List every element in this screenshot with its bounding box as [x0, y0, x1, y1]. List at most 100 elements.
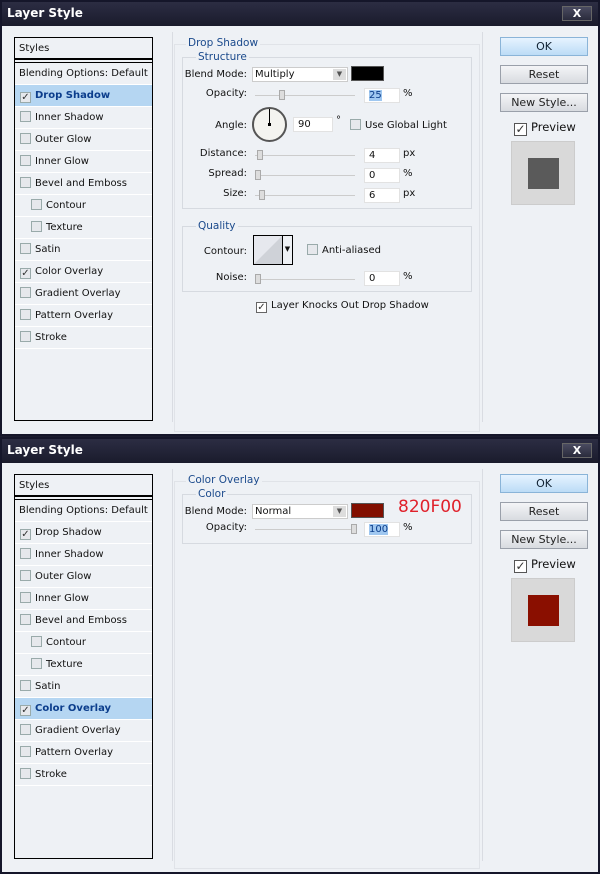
style-item-drop-shadow[interactable]: ✓ Drop Shadow [15, 85, 152, 107]
style-item-inner-shadow[interactable]: Inner Shadow [15, 107, 152, 129]
style-item-color-overlay[interactable]: ✓ Color Overlay [15, 698, 152, 720]
anti-aliased-checkbox[interactable]: Anti-aliased [307, 244, 381, 256]
style-item-bevel-and-emboss[interactable]: Bevel and Emboss [15, 173, 152, 195]
opacity-slider[interactable] [255, 524, 357, 534]
style-item-stroke[interactable]: Stroke [15, 327, 152, 349]
checkbox-icon[interactable] [20, 133, 31, 144]
new-style-button[interactable]: New Style... [500, 93, 588, 112]
opacity-input[interactable]: 100 [364, 522, 400, 537]
checkbox-icon[interactable] [20, 746, 31, 757]
checkbox-icon[interactable] [20, 592, 31, 603]
spread-unit: % [403, 168, 413, 179]
angle-dial[interactable] [252, 107, 287, 142]
checkbox-icon[interactable] [20, 724, 31, 735]
preview-checkbox[interactable]: ✓ Preview [514, 120, 576, 136]
style-item-label: Inner Glow [35, 593, 89, 604]
checkbox-icon[interactable] [31, 658, 42, 669]
noise-slider[interactable] [255, 274, 355, 284]
section-title: Color Overlay [186, 474, 262, 486]
distance-slider[interactable] [255, 150, 355, 160]
checkbox-icon[interactable] [20, 570, 31, 581]
size-slider[interactable] [255, 190, 355, 200]
close-button[interactable]: X [562, 6, 592, 21]
noise-input[interactable]: 0 [364, 271, 400, 286]
overlay-color-swatch[interactable] [351, 503, 384, 518]
style-item-label: Inner Glow [35, 156, 89, 167]
checkbox-icon[interactable] [20, 309, 31, 320]
divider [172, 32, 173, 422]
styles-header[interactable]: Styles [15, 38, 152, 63]
use-global-light-checkbox[interactable]: Use Global Light [350, 119, 447, 131]
style-item-color-overlay[interactable]: ✓ Color Overlay [15, 261, 152, 283]
slider-thumb[interactable] [255, 274, 261, 284]
style-item-gradient-overlay[interactable]: Gradient Overlay [15, 283, 152, 305]
shadow-color-swatch[interactable] [351, 66, 384, 81]
blending-options-item[interactable]: Blending Options: Default [15, 63, 152, 85]
check-icon[interactable]: ✓ [20, 268, 31, 279]
style-item-gradient-overlay[interactable]: Gradient Overlay [15, 720, 152, 742]
distance-input[interactable]: 4 [364, 148, 400, 163]
preview-thumbnail [511, 578, 575, 642]
style-item-texture[interactable]: Texture [15, 217, 152, 239]
style-item-outer-glow[interactable]: Outer Glow [15, 566, 152, 588]
blending-options-item[interactable]: Blending Options: Default [15, 500, 152, 522]
reset-button[interactable]: Reset [500, 502, 588, 521]
style-item-contour[interactable]: Contour [15, 632, 152, 654]
check-icon[interactable]: ✓ [20, 705, 31, 716]
checkbox-icon[interactable] [20, 243, 31, 254]
color-hex-annotation: 820F00 [398, 497, 462, 517]
slider-thumb[interactable] [259, 190, 265, 200]
style-item-inner-glow[interactable]: Inner Glow [15, 588, 152, 610]
style-item-stroke[interactable]: Stroke [15, 764, 152, 786]
style-item-satin[interactable]: Satin [15, 239, 152, 261]
opacity-input[interactable]: 25 [364, 88, 400, 103]
opacity-slider[interactable] [255, 90, 355, 100]
style-item-pattern-overlay[interactable]: Pattern Overlay [15, 742, 152, 764]
ok-button[interactable]: OK [500, 37, 588, 56]
checkbox-icon[interactable] [20, 155, 31, 166]
styles-header[interactable]: Styles [15, 475, 152, 500]
preview-square [528, 158, 559, 189]
slider-thumb[interactable] [351, 524, 357, 534]
style-item-inner-shadow[interactable]: Inner Shadow [15, 544, 152, 566]
new-style-button[interactable]: New Style... [500, 530, 588, 549]
slider-thumb[interactable] [257, 150, 263, 160]
style-item-contour[interactable]: Contour [15, 195, 152, 217]
style-item-texture[interactable]: Texture [15, 654, 152, 676]
size-input[interactable]: 6 [364, 188, 400, 203]
style-item-pattern-overlay[interactable]: Pattern Overlay [15, 305, 152, 327]
layer-knocks-out-checkbox[interactable]: ✓ Layer Knocks Out Drop Shadow [256, 300, 429, 313]
spread-input[interactable]: 0 [364, 168, 400, 183]
checkbox-icon[interactable] [20, 548, 31, 559]
check-icon[interactable]: ✓ [20, 529, 31, 540]
contour-picker[interactable]: ▼ [253, 235, 293, 265]
spread-slider[interactable] [255, 170, 355, 180]
checkbox-icon[interactable] [31, 221, 42, 232]
style-item-drop-shadow[interactable]: ✓ Drop Shadow [15, 522, 152, 544]
checkbox-icon[interactable] [31, 636, 42, 647]
blend-mode-select[interactable]: Normal ▼ [252, 504, 348, 519]
blend-mode-select[interactable]: Multiply ▼ [252, 67, 348, 82]
style-item-inner-glow[interactable]: Inner Glow [15, 151, 152, 173]
close-button[interactable]: X [562, 443, 592, 458]
style-item-bevel-and-emboss[interactable]: Bevel and Emboss [15, 610, 152, 632]
angle-input[interactable]: 90 [293, 117, 333, 132]
preview-checkbox[interactable]: ✓ Preview [514, 557, 576, 573]
reset-button[interactable]: Reset [500, 65, 588, 84]
checkbox-icon[interactable] [20, 768, 31, 779]
check-icon[interactable]: ✓ [20, 92, 31, 103]
checkbox-icon[interactable] [20, 111, 31, 122]
style-item-outer-glow[interactable]: Outer Glow [15, 129, 152, 151]
slider-thumb[interactable] [279, 90, 285, 100]
checkbox-icon[interactable] [20, 680, 31, 691]
ok-button[interactable]: OK [500, 474, 588, 493]
chevron-down-icon[interactable]: ▼ [282, 236, 292, 264]
checkbox-icon[interactable] [20, 177, 31, 188]
checkbox-icon[interactable] [31, 199, 42, 210]
size-unit: px [403, 188, 416, 199]
checkbox-icon[interactable] [20, 614, 31, 625]
checkbox-icon[interactable] [20, 331, 31, 342]
checkbox-icon[interactable] [20, 287, 31, 298]
slider-thumb[interactable] [255, 170, 261, 180]
style-item-satin[interactable]: Satin [15, 676, 152, 698]
